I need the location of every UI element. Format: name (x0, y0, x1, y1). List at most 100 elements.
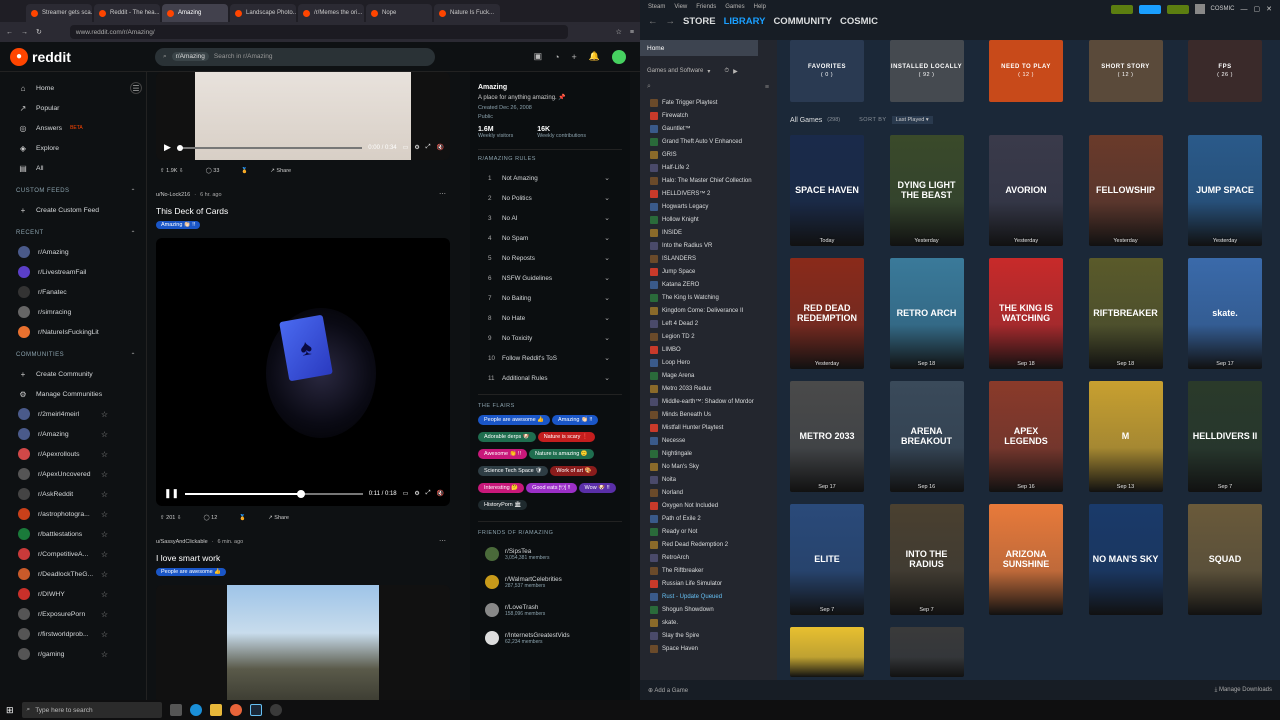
menu-icon[interactable]: ≡ (630, 29, 634, 36)
browser-tab[interactable]: Landscape Photo... (230, 4, 296, 22)
notification-icon[interactable]: 🔔 (589, 51, 600, 62)
star-icon[interactable]: ☆ (101, 650, 108, 659)
ads-icon[interactable]: ▣ (534, 51, 543, 62)
flair-chip[interactable]: Work of art 🎨 (550, 466, 598, 476)
settings-icon[interactable]: ⚙ (414, 144, 419, 151)
game-list-item[interactable]: Gauntlet™ (640, 122, 777, 135)
steam-nav-store[interactable]: STORE (683, 16, 716, 27)
game-list-item[interactable]: Middle-earth™: Shadow of Mordor (640, 395, 777, 408)
search-chip[interactable]: r/Amazing (171, 52, 209, 61)
community-item[interactable]: r/DeadlockTheG... ☆ (0, 564, 146, 584)
filter-dropdown[interactable]: Games and Software ▾ ⏱ ▶ (640, 62, 777, 80)
minimize-icon[interactable]: — (1241, 6, 1248, 13)
collection-tile[interactable]: NEED TO PLAY ( 12 ) (989, 40, 1063, 102)
game-list-item[interactable]: LIMBO (640, 343, 777, 356)
friend-item[interactable]: r/LoveTrash 158,096 members (470, 596, 630, 624)
taskbar-search[interactable]: ⌕ Type here to search (21, 702, 162, 718)
game-list-item[interactable]: Loop Hero (640, 356, 777, 369)
game-capsule[interactable]: RIFTBREAKER Sep 18 (1088, 258, 1163, 369)
steam-icon[interactable] (249, 704, 262, 716)
reload-icon[interactable]: ↻ (36, 28, 42, 36)
collapse-nav-icon[interactable]: ☰ (130, 82, 142, 94)
browser-tab[interactable]: Reddit - The hea... (94, 4, 160, 22)
flair-chip[interactable]: Wow 🐶 !! (578, 483, 616, 493)
star-icon[interactable]: ☆ (101, 530, 108, 539)
game-list-item[interactable]: INSIDE (640, 226, 777, 239)
post2-votes[interactable]: ⇧ 201 ⇩ (160, 515, 181, 521)
bookmark-icon[interactable]: ☆ (616, 28, 622, 36)
post2-title[interactable]: This Deck of Cards (156, 206, 228, 216)
post2-flair[interactable]: Amazing 👏🏻 !! (156, 221, 201, 229)
post1-share[interactable]: ↗ Share (270, 168, 291, 174)
play-filter-icon[interactable]: ▶ (733, 68, 738, 75)
game-capsule[interactable]: SPACE HAVEN Today (790, 135, 864, 246)
game-capsule[interactable]: INTO THE RADIUS Sep 7 (889, 504, 964, 615)
post2-author[interactable]: u/No-Lock216 (156, 192, 190, 198)
obs-icon[interactable] (269, 704, 282, 716)
game-list-item[interactable]: RetroArch (640, 551, 777, 564)
rule-item[interactable]: 5 No Reposts ⌄ (470, 248, 630, 268)
section-header[interactable]: RECENT ⌃ (0, 224, 146, 242)
community-item[interactable]: r/ApexUncovered ☆ (0, 464, 146, 484)
avatar[interactable] (612, 49, 626, 64)
award-icon[interactable]: 🏅 (239, 515, 246, 521)
flair-chip[interactable]: Nature is amazing 🙂 (529, 449, 594, 459)
game-capsule[interactable]: HELLDIVERS II Sep 7 (1188, 381, 1262, 492)
collection-tile[interactable]: FPS ( 26 ) (1188, 40, 1262, 102)
game-list-item[interactable]: Hogwarts Legacy (640, 200, 777, 213)
flair-chip[interactable]: People are awesome 👍 (478, 415, 551, 425)
broadcast-button[interactable] (1138, 4, 1161, 14)
steam-menu-item[interactable]: Steam (648, 4, 665, 10)
settings-icon[interactable]: ⚙ (414, 490, 419, 497)
home-button[interactable]: Home (640, 40, 758, 56)
star-icon[interactable]: ☆ (101, 630, 108, 639)
game-capsule[interactable]: METRO 2033 Sep 17 (790, 381, 864, 492)
post3-flair[interactable]: People are awesome 👍 (156, 568, 227, 576)
play-icon[interactable]: ▶ (164, 142, 171, 153)
game-capsule[interactable]: RETRO ARCH Sep 18 (889, 258, 964, 369)
post3-more-icon[interactable]: ⋯ (439, 537, 446, 545)
browser-tab[interactable]: Nope (366, 4, 432, 22)
game-list-item[interactable]: ISLANDERS (640, 252, 777, 265)
game-capsule[interactable]: RED DEAD REDEMPTION Yesterday (790, 258, 864, 369)
game-capsule[interactable]: AVORION Yesterday (989, 135, 1063, 246)
back-icon[interactable]: ← (648, 16, 658, 27)
game-list-item[interactable]: Legion TD 2 (640, 330, 777, 343)
game-list-item[interactable]: Halo: The Master Chief Collection (640, 174, 777, 187)
game-list-item[interactable]: Left 4 Dead 2 (640, 317, 777, 330)
game-list-item[interactable]: Jump Space (640, 265, 777, 278)
post1-votes[interactable]: ⇧ 1.9K ⇩ (160, 168, 184, 174)
game-list-item[interactable]: Oxygen Not Included (640, 499, 777, 512)
steam-nav-community[interactable]: COMMUNITY (773, 16, 832, 27)
back-icon[interactable]: ← (6, 29, 13, 36)
game-capsule[interactable] (889, 627, 964, 677)
rule-item[interactable]: 2 No Politics ⌄ (470, 188, 630, 208)
post2-comments[interactable]: ◯ 12 (203, 515, 217, 521)
game-list-item[interactable]: Fate Trigger Playtest (640, 96, 777, 109)
browser-tab[interactable]: Streamer gets sca... (26, 4, 92, 22)
community-item[interactable]: r/firstworldprob... ☆ (0, 624, 146, 644)
star-icon[interactable]: ☆ (101, 470, 108, 479)
create-custom-feed[interactable]: + Create Custom Feed (0, 200, 146, 220)
create-community[interactable]: + Create Community (0, 364, 146, 384)
game-capsule[interactable]: M Sep 13 (1088, 381, 1163, 492)
game-list-item[interactable]: Kingdom Come: Deliverance II (640, 304, 777, 317)
nav-item-all[interactable]: ▤ All (0, 158, 146, 178)
recent-item[interactable]: r/simracing (0, 302, 146, 322)
game-list-item[interactable]: GRIS (640, 148, 777, 161)
browser-tab[interactable]: Amazing (162, 4, 228, 22)
pause-icon[interactable]: ❚❚ (164, 488, 179, 499)
notification-button[interactable] (1166, 4, 1189, 14)
flair-chip[interactable]: Interesting 🤔 (478, 483, 525, 493)
post2-share[interactable]: ↗ Share (268, 515, 289, 521)
friends-status-button[interactable] (1110, 4, 1133, 14)
community-item[interactable]: r/astrophotogra... ☆ (0, 504, 146, 524)
game-capsule[interactable]: DYING LIGHT THE BEAST Yesterday (889, 135, 964, 246)
post2-progress[interactable] (185, 489, 363, 498)
section-header[interactable]: COMMUNITIES ⌃ (0, 346, 146, 364)
fullscreen-icon[interactable]: ⤢ (426, 490, 431, 497)
mute-icon[interactable]: 🔇 (437, 144, 444, 151)
add-game-button[interactable]: ⊕ Add a Game (648, 687, 688, 694)
star-icon[interactable]: ☆ (101, 550, 108, 559)
account-avatar[interactable] (1194, 4, 1205, 14)
